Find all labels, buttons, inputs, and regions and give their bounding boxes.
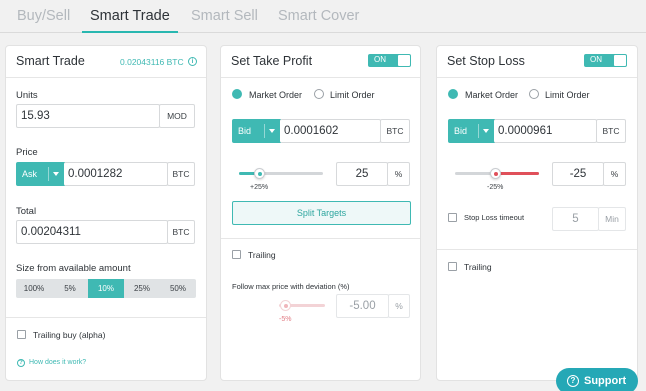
deviation-slider-tick: -5% <box>279 316 292 323</box>
tab-smart-cover[interactable]: Smart Cover <box>278 8 359 24</box>
stop-loss-timeout-label: Stop Loss timeout <box>464 213 525 222</box>
market-order-radio[interactable] <box>448 89 458 99</box>
split-targets-button[interactable]: Split Targets <box>232 201 411 225</box>
limit-order-radio[interactable] <box>529 89 539 99</box>
panel-title: Smart Trade <box>16 54 85 68</box>
limit-order-radio[interactable] <box>314 89 324 99</box>
size-label: Size from available amount <box>16 263 131 274</box>
take-profit-side-select[interactable]: Bid <box>232 119 281 143</box>
take-profit-percent-unit: % <box>387 162 410 186</box>
price-unit: BTC <box>167 162 195 186</box>
mod-button[interactable]: MOD <box>159 104 195 128</box>
take-profit-slider-tick: +25% <box>250 184 269 191</box>
total-unit: BTC <box>167 220 195 244</box>
divider <box>221 238 420 239</box>
toggle-knob <box>398 55 410 66</box>
toggle-label: ON <box>590 55 602 64</box>
stop-loss-trailing-label: Trailing <box>464 262 492 272</box>
trade-tabs: Buy/Sell Smart Trade Smart Sell Smart Co… <box>0 0 646 33</box>
stop-loss-percent-unit: % <box>603 162 626 186</box>
total-input[interactable]: 0.00204311 <box>16 220 168 244</box>
size-option-5[interactable]: 5% <box>52 279 88 298</box>
size-options: 100% 5% 10% 25% 50% <box>16 279 196 298</box>
stop-loss-slider-fill <box>495 172 539 175</box>
take-profit-price-input[interactable]: 0.0001602 <box>280 119 381 143</box>
units-label: Units <box>16 90 38 101</box>
stop-loss-price-unit: BTC <box>596 119 626 143</box>
stop-loss-timeout-checkbox[interactable] <box>448 213 457 222</box>
available-balance: 0.02043116 BTC <box>120 57 184 67</box>
deviation-label: Follow max price with deviation (%) <box>232 282 350 291</box>
price-label: Price <box>16 147 38 158</box>
take-profit-header: Set Take Profit ON <box>221 46 420 78</box>
active-tab-indicator <box>82 31 178 33</box>
take-profit-slider-thumb[interactable] <box>254 168 265 179</box>
stop-loss-slider-tick: -25% <box>487 184 504 191</box>
stop-loss-slider-thumb[interactable] <box>490 168 501 179</box>
stop-loss-timeout-input[interactable]: 5 <box>552 207 599 231</box>
take-profit-trailing-label: Trailing <box>248 250 276 260</box>
chevron-down-icon <box>53 172 59 176</box>
trailing-buy-label: Trailing buy (alpha) <box>33 330 106 340</box>
stop-loss-panel: Set Stop Loss ON Market Order Limit Orde… <box>436 45 638 381</box>
tab-buy-sell[interactable]: Buy/Sell <box>17 8 70 24</box>
market-order-label: Market Order <box>249 90 303 100</box>
take-profit-panel: Set Take Profit ON Market Order Limit Or… <box>220 45 421 381</box>
deviation-unit: % <box>388 294 410 318</box>
info-icon[interactable]: i <box>188 57 197 66</box>
size-option-50[interactable]: 50% <box>160 279 196 298</box>
divider <box>6 317 206 318</box>
limit-order-label: Limit Order <box>545 90 590 100</box>
units-input[interactable]: 15.93 <box>16 104 160 128</box>
toggle-knob <box>614 55 626 66</box>
chevron-down-icon <box>483 129 489 133</box>
panel-title: Set Take Profit <box>231 54 313 68</box>
trailing-buy-checkbox[interactable] <box>17 330 26 339</box>
help-icon[interactable]: ? <box>17 359 25 367</box>
take-profit-trailing-checkbox[interactable] <box>232 250 241 259</box>
support-label: Support <box>584 375 627 387</box>
take-profit-price-unit: BTC <box>380 119 410 143</box>
size-option-25[interactable]: 25% <box>124 279 160 298</box>
stop-loss-trailing-checkbox[interactable] <box>448 262 457 271</box>
tab-smart-sell[interactable]: Smart Sell <box>191 8 258 24</box>
support-button[interactable]: ? Support <box>556 368 638 391</box>
question-icon: ? <box>567 375 579 387</box>
smart-trade-header: Smart Trade 0.02043116 BTC i <box>6 46 206 78</box>
total-label: Total <box>16 206 37 217</box>
side-label: Bid <box>454 126 468 136</box>
size-option-100[interactable]: 100% <box>16 279 52 298</box>
market-order-label: Market Order <box>465 90 519 100</box>
size-option-10[interactable]: 10% <box>88 279 124 298</box>
select-divider <box>478 124 479 138</box>
tab-smart-trade[interactable]: Smart Trade <box>90 8 170 24</box>
price-input[interactable]: 0.0001282 <box>64 162 168 186</box>
price-side-select[interactable]: Ask <box>16 162 65 186</box>
how-does-it-work-link[interactable]: How does it work? <box>29 359 86 366</box>
select-divider <box>48 167 49 181</box>
price-side-label: Ask <box>22 169 38 179</box>
toggle-label: ON <box>374 55 386 64</box>
divider <box>437 249 637 250</box>
limit-order-label: Limit Order <box>330 90 375 100</box>
stop-loss-price-input[interactable]: 0.0000961 <box>494 119 597 143</box>
deviation-slider-thumb[interactable] <box>280 300 291 311</box>
stop-loss-header: Set Stop Loss ON <box>437 46 637 78</box>
panel-title: Set Stop Loss <box>447 54 525 68</box>
stop-loss-side-select[interactable]: Bid <box>448 119 495 143</box>
deviation-input[interactable]: -5.00 <box>336 294 389 318</box>
smart-trade-panel: Smart Trade 0.02043116 BTC i Units 15.93… <box>5 45 207 381</box>
take-profit-percent-input[interactable]: 25 <box>336 162 388 186</box>
select-divider <box>264 124 265 138</box>
stop-loss-toggle[interactable]: ON <box>584 54 627 67</box>
stop-loss-percent-input[interactable]: -25 <box>552 162 604 186</box>
side-label: Bid <box>238 126 252 136</box>
take-profit-toggle[interactable]: ON <box>368 54 411 67</box>
chevron-down-icon <box>269 129 275 133</box>
stop-loss-timeout-unit: Min <box>598 207 626 231</box>
market-order-radio[interactable] <box>232 89 242 99</box>
